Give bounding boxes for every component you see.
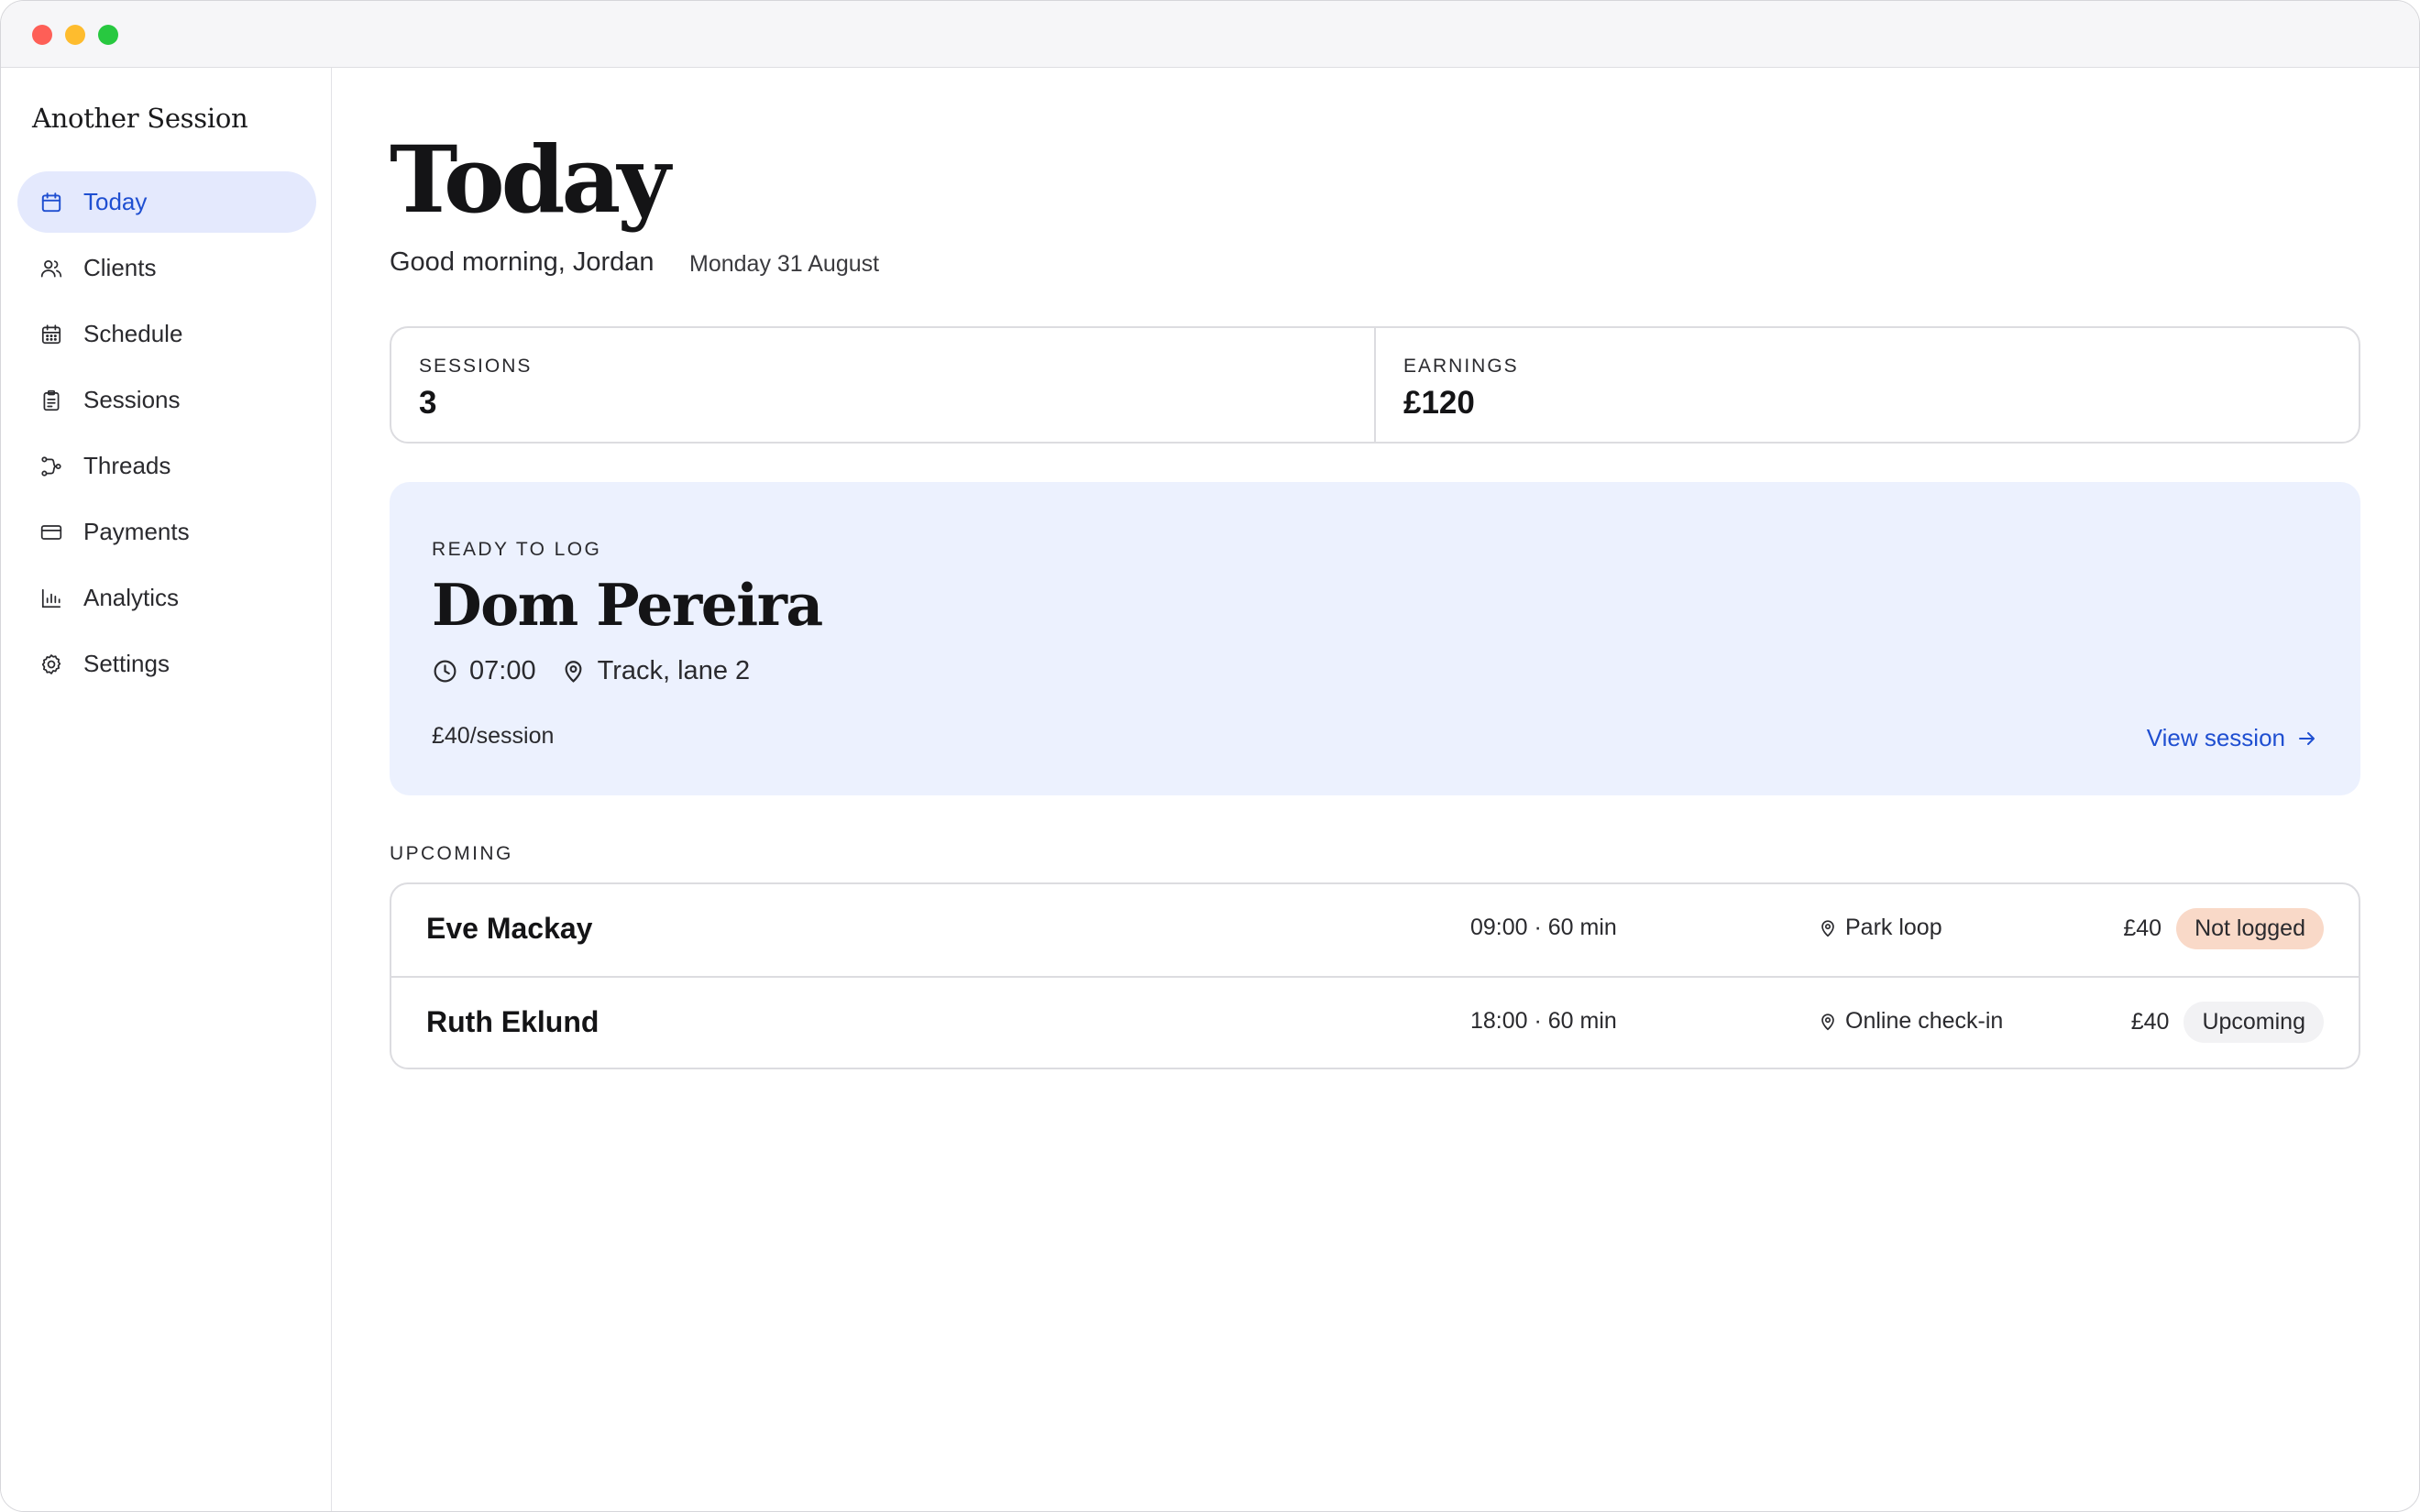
sidebar-item-label: Today	[83, 188, 148, 215]
minimize-window-button[interactable]	[65, 25, 85, 45]
greeting-text: Good morning, Jordan	[390, 247, 654, 277]
session-location-text: Online check-in	[1845, 1008, 2004, 1034]
view-session-label: View session	[2146, 724, 2285, 751]
gear-icon	[41, 653, 61, 674]
calendar-grid-icon	[41, 323, 61, 344]
session-time: 18:00 · 60 min	[1470, 1008, 1617, 1034]
credit-card-icon	[40, 524, 62, 540]
page-title: Today	[390, 126, 670, 234]
location-pin-icon	[1821, 919, 1834, 937]
ready-session-time: 07:00	[469, 656, 536, 685]
app-window: Another Session Today Clients Schedule S…	[0, 0, 2420, 1512]
session-time: 09:00 · 60 min	[1470, 915, 1617, 940]
users-icon	[40, 259, 62, 278]
close-window-button[interactable]	[32, 25, 52, 45]
sidebar-item-settings[interactable]: Settings	[17, 633, 316, 695]
arrow-right-icon	[2299, 731, 2315, 745]
location-pin-icon	[1821, 1013, 1834, 1030]
sidebar-item-label: Settings	[83, 650, 170, 677]
earnings-stat: EARNINGS £120	[1374, 328, 2359, 442]
session-location: Online check-in	[1818, 1008, 2003, 1035]
stats-card: SESSIONS 3 EARNINGS £120	[390, 326, 2360, 444]
ready-session-location: Track, lane 2	[597, 656, 751, 685]
session-location-text: Park loop	[1845, 915, 1942, 940]
session-price: £40	[2130, 1009, 2170, 1035]
ready-session-rate: £40/session	[432, 723, 555, 749]
sidebar-item-label: Threads	[83, 452, 171, 479]
threads-icon	[41, 455, 61, 477]
client-name: Eve Mackay	[426, 912, 593, 945]
location-pin-icon	[565, 661, 582, 683]
main-content: Today Good morning, Jordan Monday 31 Aug…	[333, 68, 2419, 1511]
sidebar-item-payments[interactable]: Payments	[17, 501, 316, 563]
app-brand: Another Session	[32, 103, 248, 134]
ready-to-log-card: READY TO LOG Dom Pereira 07:00 Track, la…	[390, 482, 2360, 795]
sidebar-nav: Today Clients Schedule Sessions Threads …	[17, 171, 316, 699]
sidebar-item-label: Analytics	[83, 584, 180, 611]
sidebar-item-label: Sessions	[83, 386, 181, 413]
calendar-icon	[41, 192, 61, 212]
list-item[interactable]: Eve Mackay 09:00 · 60 min Park loop £40 …	[391, 884, 2359, 976]
list-item[interactable]: Ruth Eklund 18:00 · 60 min Online check-…	[391, 976, 2359, 1068]
session-location: Park loop	[1818, 915, 1942, 941]
status-badge: Not logged	[2176, 908, 2324, 949]
sidebar-item-label: Clients	[83, 254, 157, 281]
sidebar-item-label: Schedule	[83, 320, 183, 347]
earnings-stat-value: £120	[1403, 385, 1475, 421]
ready-client-name: Dom Pereira	[432, 571, 823, 639]
sidebar-item-analytics[interactable]: Analytics	[17, 567, 316, 629]
sessions-stat-value: 3	[419, 385, 437, 421]
sidebar-item-label: Payments	[83, 518, 190, 545]
zoom-window-button[interactable]	[98, 25, 118, 45]
sidebar-item-today[interactable]: Today	[17, 171, 316, 233]
client-name: Ruth Eklund	[426, 1005, 600, 1038]
sidebar-item-schedule[interactable]: Schedule	[17, 303, 316, 365]
clipboard-icon	[43, 389, 60, 411]
sessions-stat: SESSIONS 3	[391, 328, 1374, 442]
sessions-stat-label: SESSIONS	[419, 356, 533, 377]
sidebar-item-threads[interactable]: Threads	[17, 435, 316, 497]
bar-chart-icon	[41, 588, 61, 608]
upcoming-list: Eve Mackay 09:00 · 60 min Park loop £40 …	[390, 882, 2360, 1069]
titlebar	[1, 1, 2419, 68]
status-badge: Upcoming	[2184, 1002, 2324, 1043]
view-session-link[interactable]: View session	[2147, 724, 2318, 752]
sidebar-item-clients[interactable]: Clients	[17, 237, 316, 299]
ready-session-meta: 07:00 Track, lane 2	[432, 656, 750, 686]
earnings-stat-label: EARNINGS	[1403, 356, 1519, 377]
ready-to-log-label: READY TO LOG	[432, 539, 602, 560]
date-text: Monday 31 August	[689, 251, 880, 277]
session-price-status: £40 Upcoming	[2131, 1002, 2324, 1043]
session-price-status: £40 Not logged	[2123, 908, 2324, 949]
sidebar: Another Session Today Clients Schedule S…	[1, 68, 332, 1511]
session-price: £40	[2123, 915, 2162, 941]
sidebar-item-sessions[interactable]: Sessions	[17, 369, 316, 431]
clock-icon	[434, 660, 456, 683]
upcoming-section-label: UPCOMING	[390, 843, 513, 864]
